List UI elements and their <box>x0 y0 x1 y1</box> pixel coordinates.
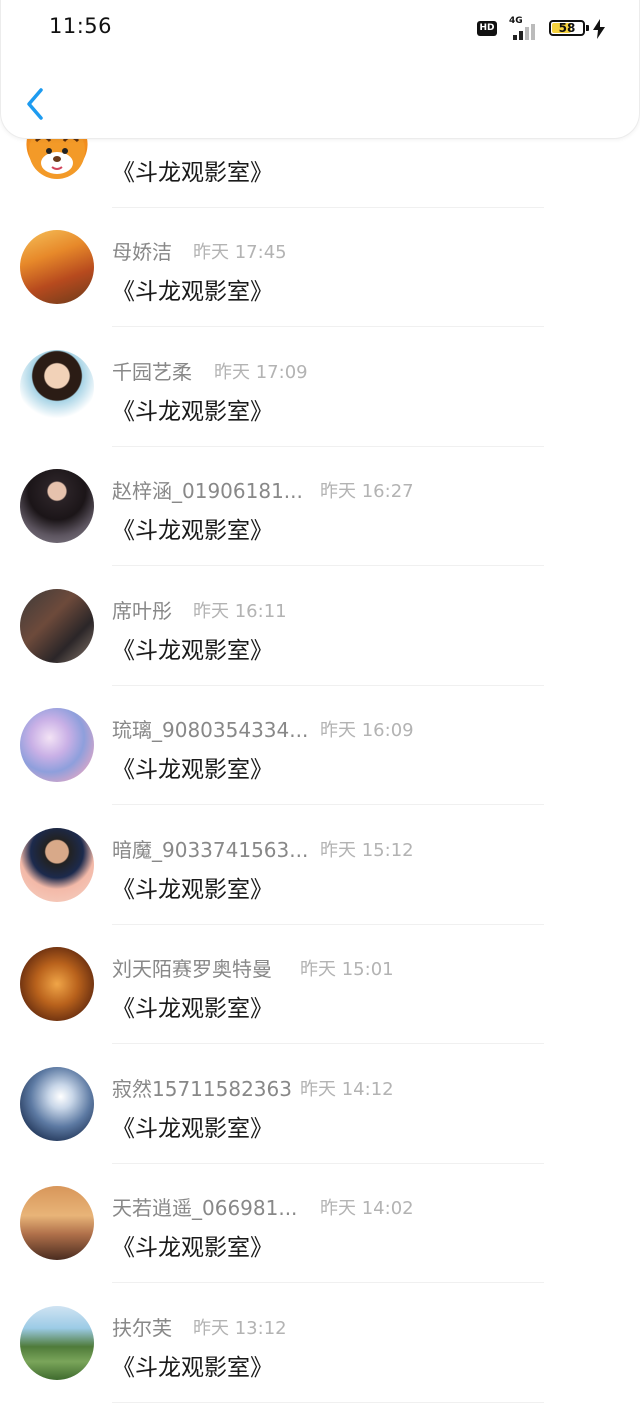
message-text: 《斗龙观影室》 <box>112 518 273 544</box>
sender-name: 扶尔芙 <box>112 1316 172 1340</box>
chevron-left-icon <box>27 88 43 120</box>
message-text: 《斗龙观影室》 <box>112 279 273 305</box>
message-time: 昨天 15:01 <box>300 959 394 980</box>
divider <box>112 565 544 566</box>
message-time: 昨天 17:09 <box>214 362 308 383</box>
message-time: 昨天 13:12 <box>193 1318 287 1339</box>
message-list: 《斗龙观影室》 母娇洁 昨天 17:45 《斗龙观影室》 千园艺柔 昨天 17:… <box>0 0 640 1422</box>
battery-icon: 58 <box>549 20 585 36</box>
sender-name: 千园艺柔 <box>112 360 192 384</box>
message-time: 昨天 14:02 <box>320 1198 414 1219</box>
avatar[interactable] <box>20 947 94 1021</box>
list-item[interactable]: 席叶彤 昨天 16:11 《斗龙观影室》 <box>0 567 640 686</box>
avatar[interactable] <box>20 230 94 304</box>
message-text: 《斗龙观影室》 <box>112 399 273 425</box>
hd-badge: HD <box>477 21 497 36</box>
list-item[interactable]: 千园艺柔 昨天 17:09 《斗龙观影室》 <box>0 328 640 447</box>
sender-name: 刘天陌赛罗奥特曼 <box>112 957 272 981</box>
avatar[interactable] <box>20 1067 94 1141</box>
signal-bars <box>513 24 541 40</box>
message-text: 《斗龙观影室》 <box>112 757 273 783</box>
charging-bolt-icon <box>593 19 605 39</box>
avatar[interactable] <box>20 1186 94 1260</box>
message-time: 昨天 16:27 <box>320 481 414 502</box>
sender-name: 母娇洁 <box>112 240 172 264</box>
list-item[interactable]: 寂然15711582363 昨天 14:12 《斗龙观影室》 <box>0 1045 640 1164</box>
message-text: 《斗龙观影室》 <box>112 877 273 903</box>
list-item[interactable]: 暗魔_9033741563... 昨天 15:12 《斗龙观影室》 <box>0 806 640 925</box>
battery-cap <box>586 25 589 31</box>
sender-name: 暗魔_9033741563... <box>112 838 309 862</box>
sender-name: 席叶彤 <box>112 599 172 623</box>
sender-name: 寂然15711582363 <box>112 1077 292 1101</box>
message-time: 昨天 16:11 <box>193 601 287 622</box>
back-button[interactable] <box>21 84 51 124</box>
avatar[interactable] <box>20 1306 94 1380</box>
message-text: 《斗龙观影室》 <box>112 1235 273 1261</box>
sender-name: 琉璃_9080354334... <box>112 718 309 742</box>
list-item[interactable]: 刘天陌赛罗奥特曼 昨天 15:01 《斗龙观影室》 <box>0 925 640 1044</box>
divider <box>112 1402 544 1403</box>
message-text: 《斗龙观影室》 <box>112 1355 273 1381</box>
divider <box>112 326 544 327</box>
message-time: 昨天 14:12 <box>300 1079 394 1100</box>
top-bar: 11:56 HD 4G 58 <box>0 0 640 139</box>
avatar[interactable] <box>20 589 94 663</box>
divider <box>112 1282 544 1283</box>
message-time: 昨天 17:45 <box>193 242 287 263</box>
message-time: 昨天 15:12 <box>320 840 414 861</box>
list-item[interactable]: 母娇洁 昨天 17:45 《斗龙观影室》 <box>0 208 640 327</box>
avatar[interactable] <box>20 708 94 782</box>
message-text: 《斗龙观影室》 <box>112 1116 273 1142</box>
signal-icon: 4G <box>505 16 541 40</box>
message-text: 《斗龙观影室》 <box>112 638 273 664</box>
list-item[interactable]: 扶尔芙 昨天 13:12 《斗龙观影室》 <box>0 1284 640 1403</box>
status-time: 11:56 <box>49 14 113 38</box>
message-text: 《斗龙观影室》 <box>112 160 273 186</box>
battery-level: 58 <box>558 21 576 35</box>
avatar[interactable] <box>20 828 94 902</box>
divider <box>112 804 544 805</box>
sender-name: 赵梓涵_01906181... <box>112 479 303 503</box>
list-item[interactable]: 赵梓涵_01906181... 昨天 16:27 《斗龙观影室》 <box>0 447 640 566</box>
message-time: 昨天 16:09 <box>320 720 414 741</box>
list-item[interactable]: 琉璃_9080354334... 昨天 16:09 《斗龙观影室》 <box>0 686 640 805</box>
divider <box>112 1043 544 1044</box>
message-text: 《斗龙观影室》 <box>112 996 273 1022</box>
avatar[interactable] <box>20 469 94 543</box>
sender-name: 天若逍遥_066981... <box>112 1196 298 1220</box>
list-item[interactable]: 天若逍遥_066981... 昨天 14:02 《斗龙观影室》 <box>0 1164 640 1283</box>
avatar[interactable] <box>20 350 94 424</box>
